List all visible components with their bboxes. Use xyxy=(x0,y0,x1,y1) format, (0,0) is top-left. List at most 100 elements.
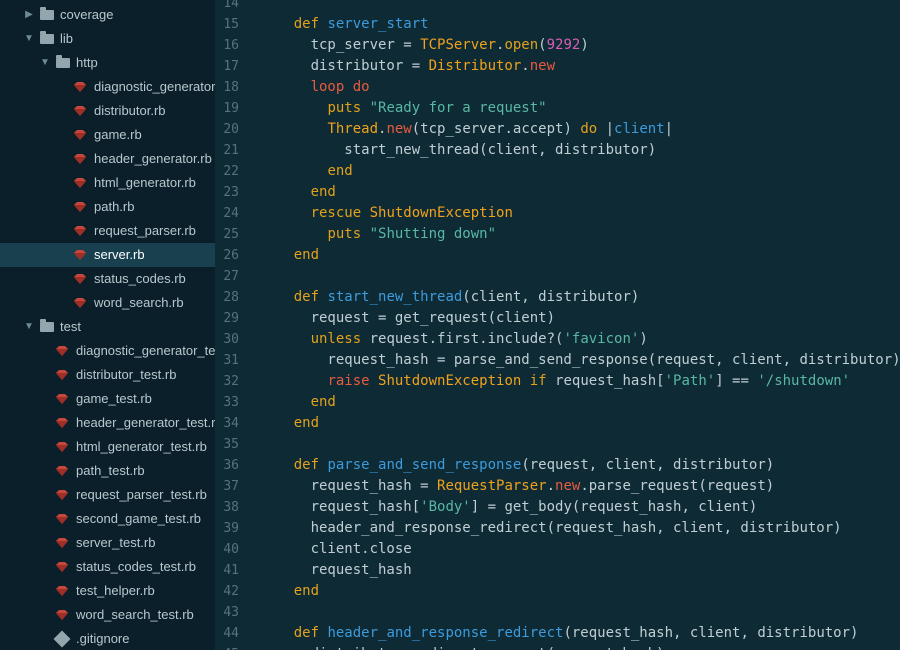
tree-file[interactable]: request_parser.rb xyxy=(0,219,215,243)
code-line[interactable]: end xyxy=(260,245,319,266)
chevron-right-icon[interactable]: ▶ xyxy=(24,3,34,27)
code-line[interactable]: start_new_thread(client, distributor) xyxy=(260,140,656,161)
line-number: 16 xyxy=(223,38,239,53)
tree-file[interactable]: header_generator_test.rb xyxy=(0,411,215,435)
code-token: client.close xyxy=(260,541,412,557)
code-line[interactable]: def server_start xyxy=(260,14,429,35)
line-number: 41 xyxy=(223,563,239,578)
code-line[interactable]: request_hash = parse_and_send_response(r… xyxy=(260,350,900,371)
code-token: def xyxy=(293,457,328,473)
code-line[interactable]: loop do xyxy=(260,77,370,98)
code-line[interactable]: end xyxy=(260,392,336,413)
code-line[interactable]: puts "Ready for a request" xyxy=(260,98,547,119)
code-token: server_start xyxy=(327,16,429,32)
ruby-file-icon xyxy=(56,346,68,356)
line-number: 15 xyxy=(223,17,239,32)
tree-file[interactable]: .gitignore xyxy=(0,627,215,650)
code-line[interactable]: distributor = Distributor.new xyxy=(260,56,555,77)
tree-file[interactable]: distributor_test.rb xyxy=(0,363,215,387)
code-line[interactable]: request_hash = RequestParser.new.parse_r… xyxy=(260,476,775,497)
code-token: "Ready for a request" xyxy=(369,100,547,116)
tree-file[interactable]: distributor.rb xyxy=(0,99,215,123)
ruby-file-icon xyxy=(56,610,68,620)
tree-file[interactable]: test_helper.rb xyxy=(0,579,215,603)
code-token: request_hash[ xyxy=(555,373,665,389)
code-line[interactable]: rescue ShutdownException xyxy=(260,203,513,224)
code-line[interactable]: def start_new_thread(client, distributor… xyxy=(260,287,640,308)
code-line[interactable]: puts "Shutting down" xyxy=(260,224,496,245)
code-token: rescue xyxy=(310,205,370,221)
tree-folder[interactable]: ▼ test xyxy=(0,315,215,339)
code-line[interactable]: Thread.new(tcp_server.accept) do |client… xyxy=(260,119,673,140)
tree-file[interactable]: html_generator.rb xyxy=(0,171,215,195)
tree-file[interactable]: word_search_test.rb xyxy=(0,603,215,627)
tree-folder[interactable]: ▶ coverage xyxy=(0,3,215,27)
tree-file[interactable]: status_codes.rb xyxy=(0,267,215,291)
tree-file[interactable]: status_codes_test.rb xyxy=(0,555,215,579)
code-token: puts xyxy=(327,100,370,116)
tree-folder[interactable]: ▼ http xyxy=(0,51,215,75)
tree-file[interactable]: server.rb xyxy=(0,243,215,267)
folder-name: coverage xyxy=(60,7,114,22)
tree-file[interactable]: diagnostic_generator.rb xyxy=(0,75,215,99)
code-token: 'Body' xyxy=(420,499,471,515)
code-editor[interactable]: 14 15 def server_start 16 tcp_server = TCP… xyxy=(215,0,900,650)
code-token: ( xyxy=(538,37,547,53)
code-line[interactable]: request_hash['Body'] = get_body(request_… xyxy=(260,497,758,518)
tree-file[interactable]: path_test.rb xyxy=(0,459,215,483)
code-line[interactable]: def parse_and_send_response(request, cli… xyxy=(260,455,774,476)
line-number: 18 xyxy=(223,80,239,95)
code-line[interactable]: tcp_server = TCPServer.open(9292) xyxy=(260,35,589,56)
code-token: end xyxy=(293,415,320,431)
line-number: 31 xyxy=(223,353,239,368)
ruby-file-icon xyxy=(56,442,68,452)
code-line[interactable]: request_hash xyxy=(260,560,412,581)
code-line[interactable]: def header_and_response_redirect(request… xyxy=(260,623,859,644)
code-line[interactable]: distributor.redirect_request(request_has… xyxy=(260,644,665,650)
file-name: request_parser.rb xyxy=(94,223,196,238)
tree-folder[interactable]: ▼ lib xyxy=(0,27,215,51)
ruby-file-icon xyxy=(74,250,86,260)
code-line[interactable]: end xyxy=(260,182,336,203)
chevron-down-icon[interactable]: ▼ xyxy=(40,51,50,75)
code-line[interactable]: unless request.first.include?('favicon') xyxy=(260,329,648,350)
code-token: new xyxy=(529,58,556,74)
tree-file[interactable]: html_generator_test.rb xyxy=(0,435,215,459)
code-token: (request_hash, client, distributor) xyxy=(563,625,859,641)
file-name: game.rb xyxy=(94,127,142,142)
code-line[interactable]: raise ShutdownException if request_hash[… xyxy=(260,371,850,392)
tree-file[interactable]: second_game_test.rb xyxy=(0,507,215,531)
line-number: 35 xyxy=(223,437,239,452)
file-name: distributor.rb xyxy=(94,103,166,118)
ruby-file-icon xyxy=(56,586,68,596)
tree-file[interactable]: header_generator.rb xyxy=(0,147,215,171)
code-token: distributor = xyxy=(260,58,429,74)
code-token: loop do xyxy=(310,79,370,95)
code-token: if xyxy=(529,373,556,389)
code-line[interactable]: end xyxy=(260,581,319,602)
chevron-down-icon[interactable]: ▼ xyxy=(24,27,34,51)
code-token: do xyxy=(580,121,598,137)
tree-file[interactable]: server_test.rb xyxy=(0,531,215,555)
code-line[interactable]: header_and_response_redirect(request_has… xyxy=(260,518,842,539)
tree-file[interactable]: diagnostic_generator_test.rb xyxy=(0,339,215,363)
tree-file[interactable]: path.rb xyxy=(0,195,215,219)
code-token: Distributor xyxy=(428,58,522,74)
code-line[interactable]: request = get_request(client) xyxy=(260,308,555,329)
code-line[interactable]: end xyxy=(260,161,352,182)
code-line[interactable]: client.close xyxy=(260,539,412,560)
code-line[interactable]: end xyxy=(260,413,319,434)
chevron-down-icon[interactable]: ▼ xyxy=(24,315,34,339)
file-name: .gitignore xyxy=(76,631,130,646)
ruby-file-icon xyxy=(56,490,68,500)
tree-file[interactable]: word_search.rb xyxy=(0,291,215,315)
tree-file[interactable]: request_parser_test.rb xyxy=(0,483,215,507)
tree-file[interactable]: game_test.rb xyxy=(0,387,215,411)
tree-file[interactable]: game.rb xyxy=(0,123,215,147)
